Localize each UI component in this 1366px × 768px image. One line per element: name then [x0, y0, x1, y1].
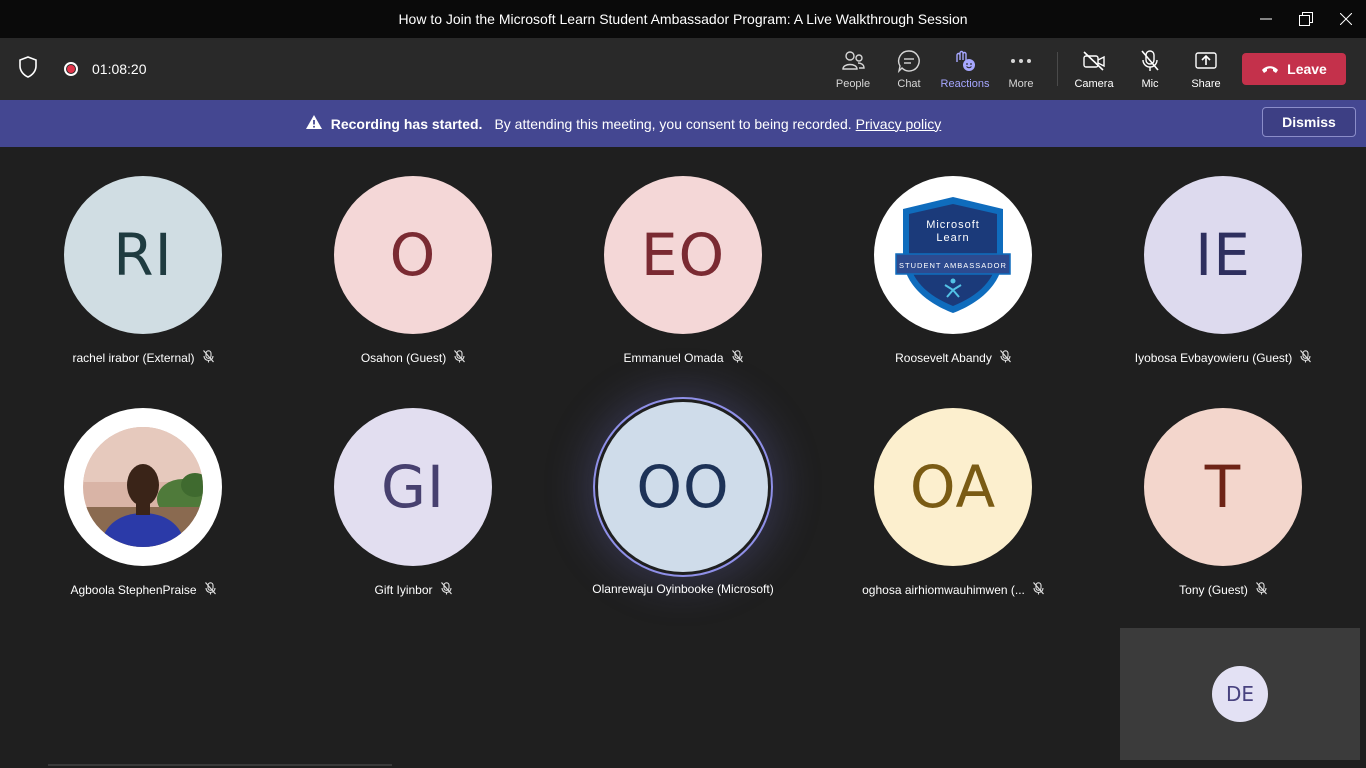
more-button[interactable]: More	[993, 38, 1049, 100]
self-avatar: DE	[1212, 666, 1268, 722]
avatar: OA	[874, 408, 1032, 566]
svg-text:Microsoft: Microsoft	[926, 219, 980, 231]
more-icon	[1010, 48, 1032, 74]
avatar: T	[1144, 408, 1302, 566]
participant-name: Osahon (Guest)	[360, 351, 447, 365]
meeting-timer: 01:08:20	[92, 61, 147, 77]
participant-tile[interactable]: EO Emmanuel Omada	[548, 176, 818, 366]
chat-button[interactable]: Chat	[881, 38, 937, 100]
svg-text:Learn: Learn	[936, 232, 969, 244]
mic-muted-icon	[197, 582, 216, 598]
participant-name: Tony (Guest)	[1179, 583, 1248, 597]
profile-photo-icon	[83, 427, 203, 547]
restore-button[interactable]	[1286, 0, 1326, 38]
avatar: O	[334, 176, 492, 334]
avatar: EO	[604, 176, 762, 334]
participant-tile-speaking[interactable]: OO Olanrewaju Oyinbooke (Microsoft)	[548, 402, 818, 596]
dismiss-button[interactable]: Dismiss	[1262, 107, 1356, 137]
mic-muted-icon	[446, 350, 466, 366]
mic-muted-icon	[1248, 582, 1267, 598]
shield-icon[interactable]	[18, 55, 38, 83]
avatar: OO	[598, 402, 768, 572]
participant-tile[interactable]: T Tony (Guest)	[1088, 408, 1358, 598]
self-view[interactable]: DE	[1120, 628, 1360, 760]
close-icon	[1340, 13, 1352, 25]
avatar: RI	[64, 176, 222, 334]
banner-heading: Recording has started.	[330, 115, 483, 132]
privacy-policy-link[interactable]: Privacy policy	[856, 116, 942, 132]
participant-tile[interactable]: O Osahon (Guest)	[278, 176, 548, 366]
participant-name: rachel irabor (External)	[72, 351, 195, 365]
people-icon	[841, 48, 865, 74]
participant-tile[interactable]: Agboola StephenPraise	[8, 408, 278, 598]
restore-icon	[1299, 12, 1313, 26]
mic-button[interactable]: Mic	[1122, 38, 1178, 100]
minimize-icon	[1260, 18, 1272, 20]
svg-text:STUDENT AMBASSADOR: STUDENT AMBASSADOR	[899, 261, 1007, 270]
participant-name: oghosa airhiomwauhimwen (...	[862, 583, 1025, 597]
close-button[interactable]	[1326, 0, 1366, 38]
meeting-toolbar: 01:08:20 People Chat Reactions More Came…	[0, 38, 1366, 100]
participant-name: Agboola StephenPraise	[70, 583, 197, 597]
participant-name: Roosevelt Abandy	[895, 351, 992, 365]
share-button[interactable]: Share	[1178, 38, 1234, 100]
leave-button[interactable]: Leave	[1242, 53, 1346, 85]
mic-muted-icon	[195, 350, 214, 366]
reactions-icon	[953, 48, 977, 74]
participant-name: Emmanuel Omada	[623, 351, 724, 365]
chat-icon	[897, 48, 921, 74]
avatar: GI	[334, 408, 492, 566]
window-title: How to Join the Microsoft Learn Student …	[398, 11, 968, 27]
hang-up-icon	[1262, 66, 1279, 73]
student-ambassador-badge-avatar: Microsoft Learn STUDENT AMBASSADOR	[874, 176, 1032, 334]
participant-name: Gift Iyinbor	[374, 583, 433, 597]
reactions-button[interactable]: Reactions	[937, 38, 993, 100]
participant-tile[interactable]: OA oghosa airhiomwauhimwen (...	[818, 408, 1088, 598]
participant-tile[interactable]: IE Iyobosa Evbayowieru (Guest)	[1088, 176, 1358, 366]
camera-off-icon	[1082, 48, 1106, 74]
mic-muted-icon	[724, 350, 743, 366]
toolbar-divider	[1057, 52, 1058, 86]
profile-photo-avatar	[64, 408, 222, 566]
bottom-divider	[48, 764, 392, 766]
people-button[interactable]: People	[825, 38, 881, 100]
recording-indicator-icon	[64, 62, 78, 76]
mic-muted-icon	[992, 350, 1011, 366]
mic-muted-icon	[1292, 350, 1312, 366]
share-icon	[1194, 48, 1218, 74]
participant-tile[interactable]: Microsoft Learn STUDENT AMBASSADOR Roose…	[818, 176, 1088, 366]
participant-tile[interactable]: RI rachel irabor (External)	[8, 176, 278, 366]
avatar: IE	[1144, 176, 1302, 334]
mic-off-icon	[1139, 48, 1161, 74]
minimize-button[interactable]	[1246, 0, 1286, 38]
camera-button[interactable]: Camera	[1066, 38, 1122, 100]
participant-name: Olanrewaju Oyinbooke (Microsoft)	[592, 582, 774, 596]
participant-tile[interactable]: GI Gift Iyinbor	[278, 408, 548, 598]
recording-banner: Recording has started. By attending this…	[0, 100, 1366, 147]
banner-message: By attending this meeting, you consent t…	[494, 115, 852, 132]
mic-muted-icon	[433, 582, 452, 598]
participant-name: Iyobosa Evbayowieru (Guest)	[1134, 351, 1293, 365]
mic-muted-icon	[1025, 582, 1044, 598]
title-bar: How to Join the Microsoft Learn Student …	[0, 0, 1366, 38]
warning-icon	[305, 114, 323, 133]
student-ambassador-badge-icon: Microsoft Learn STUDENT AMBASSADOR	[895, 197, 1011, 313]
